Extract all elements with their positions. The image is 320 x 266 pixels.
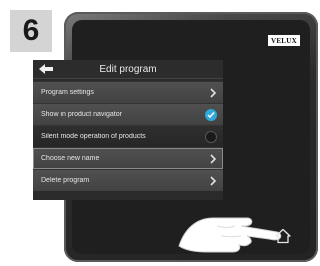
menu-list: Program settings Show in product navigat… <box>33 81 223 191</box>
touch-screen: Edit program Program settings Show in pr… <box>33 60 223 200</box>
pointing-hand-icon <box>178 217 282 253</box>
menu-item-silent-mode[interactable]: Silent mode operation of products <box>33 125 223 147</box>
step-number-badge: 6 <box>10 10 52 52</box>
velux-logo: VELUX <box>268 35 300 46</box>
menu-item-label: Silent mode operation of products <box>41 133 146 140</box>
menu-item-delete-program[interactable]: Delete program <box>33 169 223 191</box>
check-circle-icon[interactable] <box>205 108 217 121</box>
menu-item-show-in-product-navigator[interactable]: Show in product navigator <box>33 103 223 125</box>
chevron-right-icon <box>210 175 217 186</box>
chevron-right-icon <box>210 87 217 98</box>
menu-item-choose-new-name[interactable]: Choose new name <box>33 147 223 169</box>
menu-item-label: Delete program <box>41 177 90 184</box>
menu-item-program-settings[interactable]: Program settings <box>33 81 223 103</box>
home-icon[interactable] <box>275 228 291 244</box>
back-arrow-icon[interactable] <box>39 64 53 74</box>
screen-header: Edit program <box>33 60 223 79</box>
chevron-right-icon <box>210 153 217 164</box>
checkmark-icon <box>207 111 215 118</box>
step-number: 6 <box>22 14 40 47</box>
empty-circle-icon[interactable] <box>205 130 217 143</box>
brand-logo-text: VELUX <box>270 36 297 45</box>
menu-item-label: Program settings <box>41 89 94 96</box>
menu-item-label: Choose new name <box>41 155 100 162</box>
menu-item-label: Show in product navigator <box>41 111 122 118</box>
screen-title: Edit program <box>99 63 157 75</box>
